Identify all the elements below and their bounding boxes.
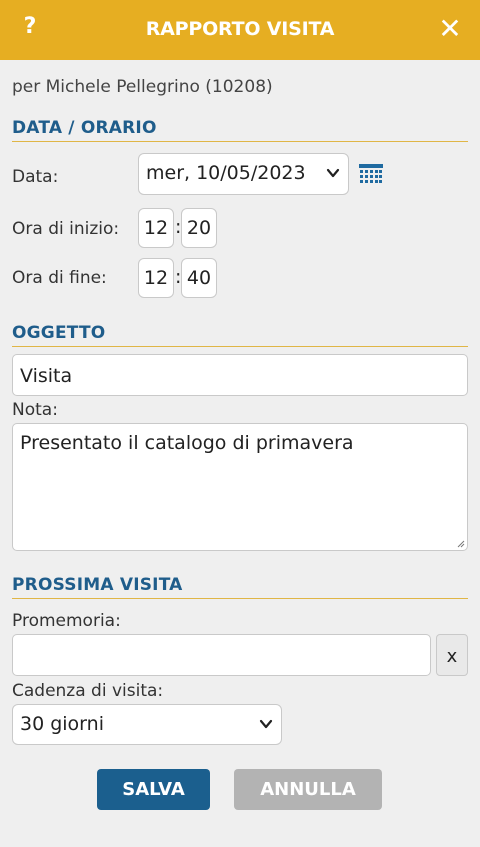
cadence-label: Cadenza di visita: [12,681,164,701]
date-label: Data: [12,167,59,187]
start-hour-input[interactable]: 12 [138,208,174,248]
section-title: OGGETTO [12,323,106,343]
section-next-visit: PROSSIMA VISITA [12,575,468,599]
end-hour-input[interactable]: 12 [138,258,174,298]
dialog-title: RAPPORTO VISITA [145,18,335,40]
section-title: PROSSIMA VISITA [12,575,183,595]
resize-grip-icon[interactable] [457,540,465,548]
dialog-header: ? RAPPORTO VISITA ✕ [0,0,480,60]
end-time-label: Ora di fine: [12,268,107,288]
end-minute-input[interactable]: 40 [181,258,217,298]
clear-reminder-button[interactable]: x [436,634,468,676]
calendar-icon[interactable] [358,163,384,185]
section-object: OGGETTO [12,323,468,347]
reminder-input[interactable] [12,634,431,676]
section-title: DATA / ORARIO [12,118,157,138]
subject-input[interactable]: Visita [12,354,468,396]
cancel-button[interactable]: ANNULLA [234,769,382,810]
note-value: Presentato il catalogo di primavera [20,432,354,454]
start-minute-input[interactable]: 20 [181,208,217,248]
save-button[interactable]: SALVA [97,769,210,810]
note-label: Nota: [12,400,58,420]
note-textarea[interactable]: Presentato il catalogo di primavera [12,423,468,551]
subject-value: Visita [20,365,73,387]
close-icon[interactable]: ✕ [436,12,464,46]
chevron-down-icon [326,168,340,178]
chevron-down-icon [259,719,273,729]
date-select[interactable]: mer, 10/05/2023 [138,153,349,195]
cadence-select[interactable]: 30 giorni [12,704,282,745]
start-time-label: Ora di inizio: [12,219,120,239]
customer-subtitle: per Michele Pellegrino (10208) [12,77,273,97]
date-value: mer, 10/05/2023 [146,162,306,184]
cadence-value: 30 giorni [20,713,104,735]
reminder-label: Promemoria: [12,611,121,631]
section-date-time: DATA / ORARIO [12,118,468,142]
